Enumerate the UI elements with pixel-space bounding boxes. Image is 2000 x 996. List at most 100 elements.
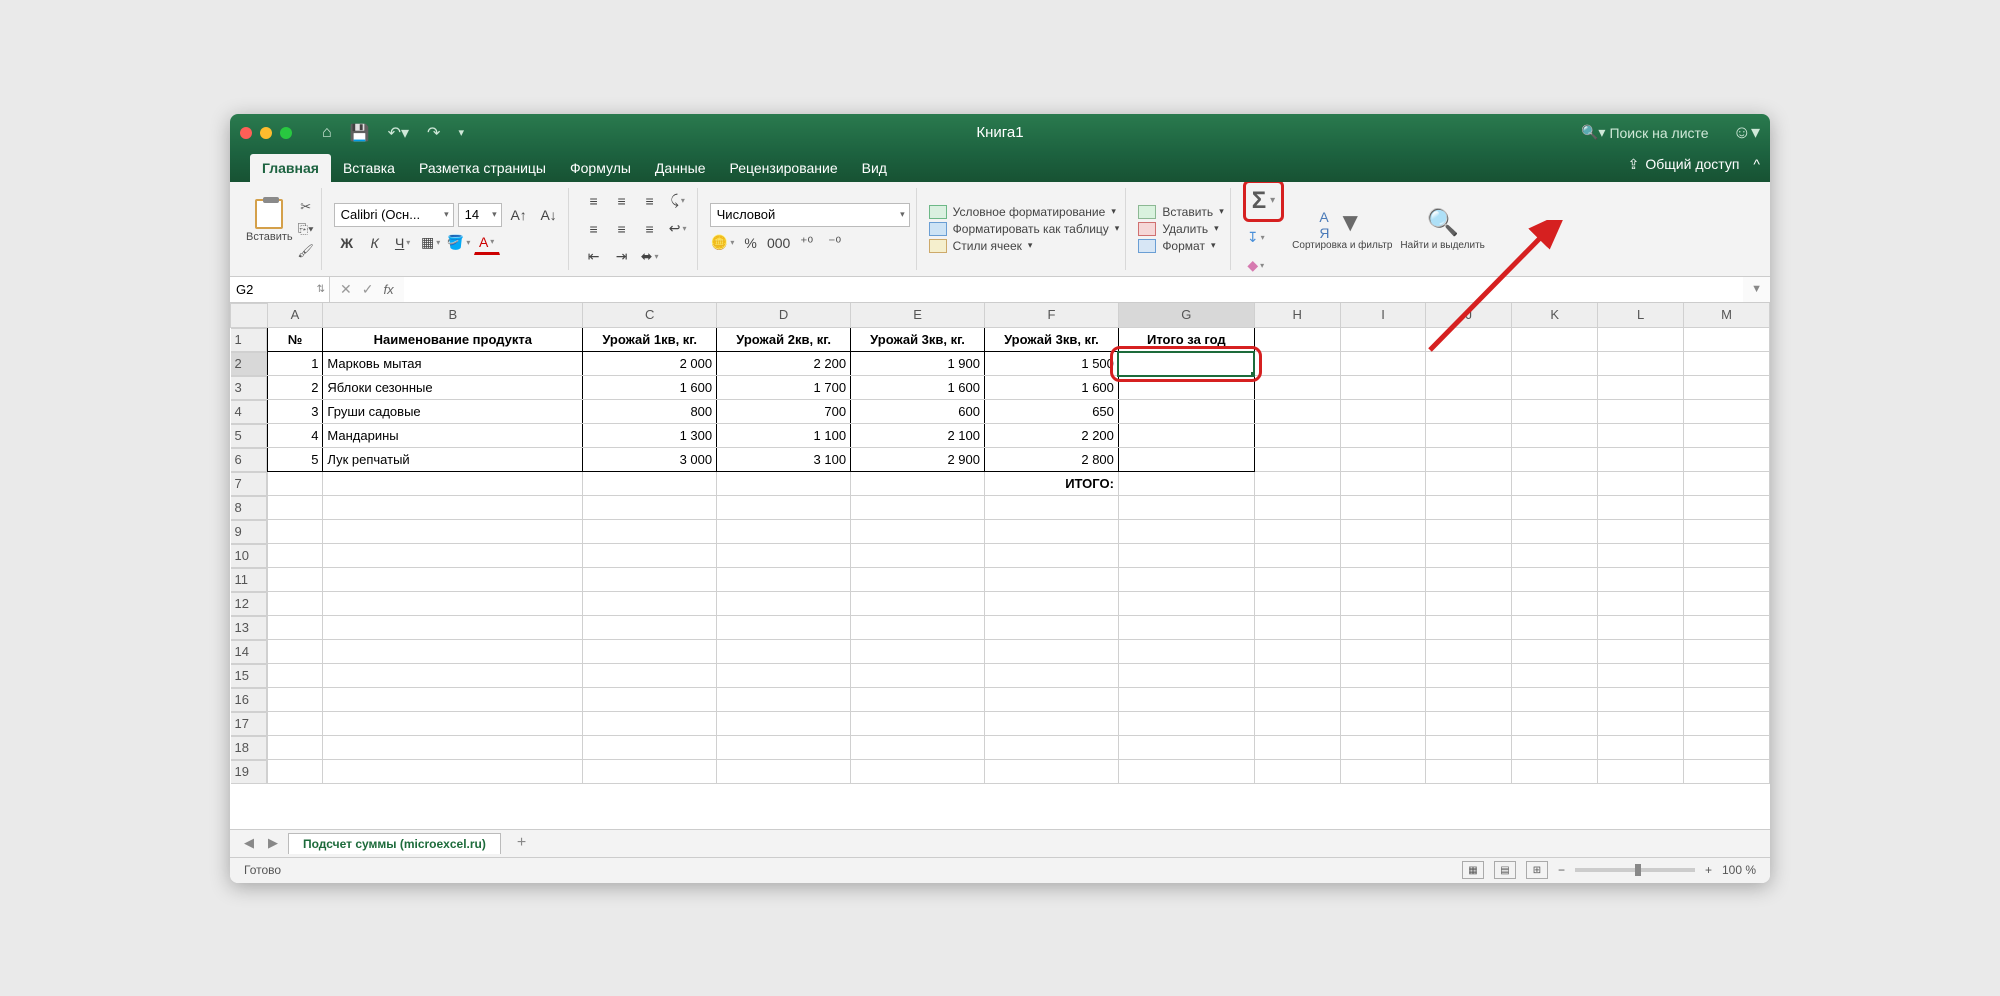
cell-H13[interactable] <box>1254 616 1340 640</box>
cell-F18[interactable] <box>984 736 1118 760</box>
row-header-15[interactable]: 15 <box>231 664 267 688</box>
cell-K5[interactable] <box>1512 424 1598 448</box>
cell-E6[interactable]: 2 900 <box>851 448 985 472</box>
autosum-button[interactable]: Σ ▾ <box>1243 180 1284 222</box>
cell-J13[interactable] <box>1426 616 1512 640</box>
sheet-tab[interactable]: Подсчет суммы (microexcel.ru) <box>288 833 501 854</box>
cell-K17[interactable] <box>1512 712 1598 736</box>
cell-M1[interactable] <box>1684 327 1770 352</box>
cell-F4[interactable]: 650 <box>984 400 1118 424</box>
cell-M18[interactable] <box>1684 736 1770 760</box>
cell-I13[interactable] <box>1340 616 1426 640</box>
cell-L16[interactable] <box>1598 688 1684 712</box>
cell-M19[interactable] <box>1684 760 1770 784</box>
formula-input[interactable] <box>404 277 1744 302</box>
cell-G17[interactable] <box>1118 712 1254 736</box>
cell-A16[interactable] <box>267 688 323 712</box>
sort-filter-button[interactable]: AЯ▼ Сортировка и фильтр <box>1292 207 1392 251</box>
row-header-7[interactable]: 7 <box>231 472 267 496</box>
cell-G4[interactable] <box>1118 400 1254 424</box>
cell-D7[interactable] <box>717 472 851 496</box>
cell-I1[interactable] <box>1340 327 1426 352</box>
row-header-8[interactable]: 8 <box>231 496 267 520</box>
align-middle-icon[interactable]: ≡ <box>609 189 635 213</box>
cell-H14[interactable] <box>1254 640 1340 664</box>
cell-K9[interactable] <box>1512 520 1598 544</box>
cell-H18[interactable] <box>1254 736 1340 760</box>
cell-L1[interactable] <box>1598 327 1684 352</box>
cell-B16[interactable] <box>323 688 583 712</box>
cell-B18[interactable] <box>323 736 583 760</box>
cell-D4[interactable]: 700 <box>717 400 851 424</box>
cell-B6[interactable]: Лук репчатый <box>323 448 583 472</box>
cell-B7[interactable] <box>323 472 583 496</box>
share-button[interactable]: ⇪ Общий доступ ^ <box>1628 156 1760 173</box>
row-header-12[interactable]: 12 <box>231 592 267 616</box>
cell-F7[interactable]: ИТОГО: <box>984 472 1118 496</box>
cell-L10[interactable] <box>1598 544 1684 568</box>
cell-H11[interactable] <box>1254 568 1340 592</box>
cell-H4[interactable] <box>1254 400 1340 424</box>
align-center-icon[interactable]: ≡ <box>609 217 635 241</box>
cell-L7[interactable] <box>1598 472 1684 496</box>
cell-F15[interactable] <box>984 664 1118 688</box>
align-right-icon[interactable]: ≡ <box>637 217 663 241</box>
currency-icon[interactable]: 🪙 <box>710 231 736 255</box>
cell-D9[interactable] <box>717 520 851 544</box>
cell-F3[interactable]: 1 600 <box>984 376 1118 400</box>
row-header-1[interactable]: 1 <box>231 328 267 352</box>
cell-A13[interactable] <box>267 616 323 640</box>
cell-E18[interactable] <box>851 736 985 760</box>
cell-I15[interactable] <box>1340 664 1426 688</box>
increase-font-icon[interactable]: A↑ <box>506 203 532 227</box>
cell-K16[interactable] <box>1512 688 1598 712</box>
fx-label[interactable]: fx <box>383 282 393 297</box>
tab-data[interactable]: Данные <box>643 154 718 182</box>
cell-H15[interactable] <box>1254 664 1340 688</box>
merge-cells-icon[interactable]: ⬌ <box>637 245 663 269</box>
cell-K7[interactable] <box>1512 472 1598 496</box>
cell-G7[interactable] <box>1118 472 1254 496</box>
cell-J12[interactable] <box>1426 592 1512 616</box>
cell-K13[interactable] <box>1512 616 1598 640</box>
confirm-formula-icon[interactable]: ✓ <box>362 281 374 298</box>
cell-A15[interactable] <box>267 664 323 688</box>
cell-B4[interactable]: Груши садовые <box>323 400 583 424</box>
cell-F17[interactable] <box>984 712 1118 736</box>
cell-I6[interactable] <box>1340 448 1426 472</box>
cell-M14[interactable] <box>1684 640 1770 664</box>
cell-D8[interactable] <box>717 496 851 520</box>
cell-E1[interactable]: Урожай 3кв, кг. <box>851 327 985 352</box>
cell-K15[interactable] <box>1512 664 1598 688</box>
cell-M7[interactable] <box>1684 472 1770 496</box>
cell-B10[interactable] <box>323 544 583 568</box>
percent-icon[interactable]: % <box>738 231 764 255</box>
cell-B12[interactable] <box>323 592 583 616</box>
cell-M17[interactable] <box>1684 712 1770 736</box>
font-color-button[interactable]: A <box>474 231 500 255</box>
increase-decimal-icon[interactable]: ⁺⁰ <box>794 231 820 255</box>
cut-icon[interactable]: ✂ <box>297 199 315 215</box>
view-page-break-icon[interactable]: ⊞ <box>1526 861 1548 879</box>
cell-I8[interactable] <box>1340 496 1426 520</box>
row-header-17[interactable]: 17 <box>231 712 267 736</box>
cell-J19[interactable] <box>1426 760 1512 784</box>
add-sheet-button[interactable]: + <box>507 834 536 852</box>
clear-button[interactable]: ◆ <box>1243 254 1269 278</box>
cell-D11[interactable] <box>717 568 851 592</box>
cell-J4[interactable] <box>1426 400 1512 424</box>
col-header-M[interactable]: M <box>1684 303 1770 327</box>
collapse-ribbon-icon[interactable]: ^ <box>1753 156 1760 172</box>
cell-B2[interactable]: Марковь мытая <box>323 352 583 376</box>
cell-D1[interactable]: Урожай 2кв, кг. <box>717 327 851 352</box>
decrease-indent-icon[interactable]: ⇤ <box>581 245 607 269</box>
cell-H1[interactable] <box>1254 327 1340 352</box>
col-header-J[interactable]: J <box>1426 303 1512 327</box>
font-name-select[interactable]: Calibri (Осн... <box>334 203 454 227</box>
cell-I14[interactable] <box>1340 640 1426 664</box>
cell-L9[interactable] <box>1598 520 1684 544</box>
cell-D19[interactable] <box>717 760 851 784</box>
cell-E8[interactable] <box>851 496 985 520</box>
cell-C18[interactable] <box>583 736 717 760</box>
cell-A17[interactable] <box>267 712 323 736</box>
